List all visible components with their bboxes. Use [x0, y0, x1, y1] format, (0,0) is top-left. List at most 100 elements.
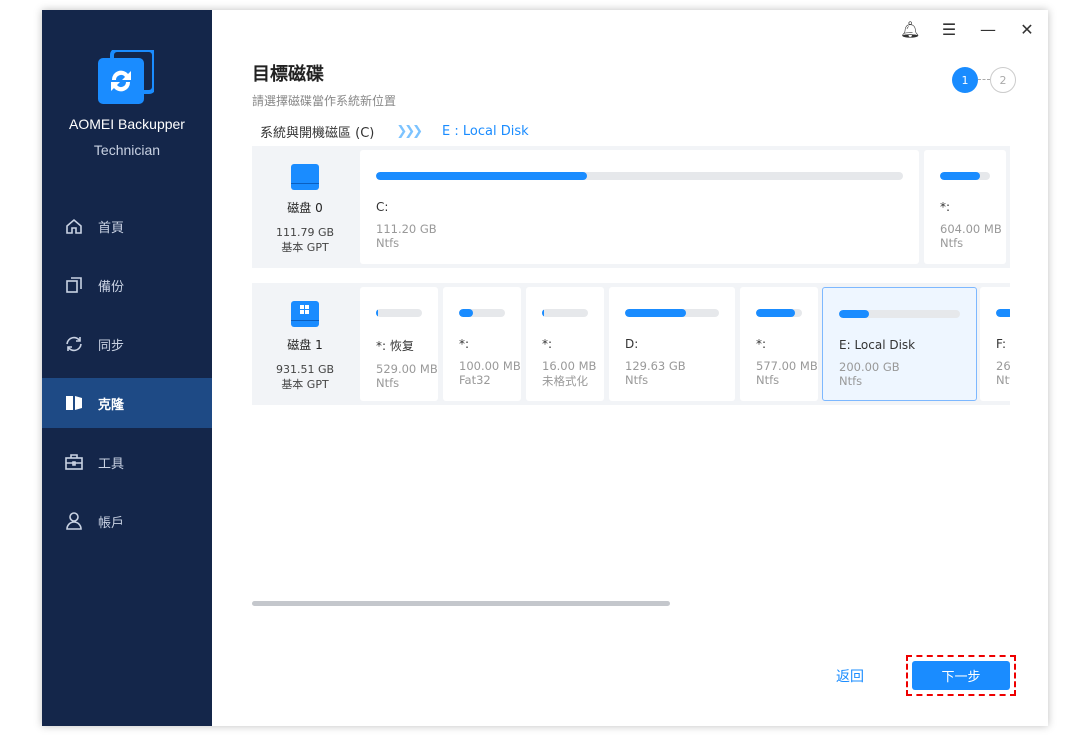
disk-name: 磁盘 1: [287, 338, 323, 352]
arrow-icon: ❯❯❯: [396, 124, 423, 139]
partition-size: 577.00 MB: [756, 359, 818, 373]
partition-label: *:: [542, 337, 553, 351]
partition-label: *:: [459, 337, 470, 351]
partition-card[interactable]: *: 100.00 MB Fat32: [443, 287, 521, 401]
partition-size: 529.00 MB: [376, 362, 438, 376]
disk-icon: [291, 164, 319, 190]
usage-bar: [459, 309, 505, 317]
usage-bar: [940, 172, 990, 180]
usage-fill: [839, 310, 870, 318]
next-button-highlight: 下一步: [906, 655, 1016, 696]
partition-fs: Ntfs: [376, 236, 400, 250]
system-disk-icon: [291, 301, 319, 327]
sidebar-item-3[interactable]: 克隆: [42, 378, 212, 428]
sidebar-item-0[interactable]: 首頁: [42, 201, 212, 251]
usage-bar: [996, 309, 1010, 317]
sidebar-item-2[interactable]: 同步: [42, 319, 212, 369]
disk-info[interactable]: 磁盘 1 931.51 GB 基本 GPT: [252, 283, 358, 405]
step-connector: [978, 79, 990, 80]
partition-card[interactable]: *: 577.00 MB Ntfs: [740, 287, 818, 401]
usage-bar: [625, 309, 719, 317]
partition-label: *:: [756, 337, 767, 351]
partition-fs: Ntfs: [376, 376, 400, 390]
partition-fs: Ntfs: [996, 373, 1010, 387]
back-button[interactable]: 返回: [836, 666, 864, 686]
page-title: 目標磁碟: [252, 64, 324, 85]
usage-bar: [376, 172, 903, 180]
sync-icon: [66, 336, 82, 352]
home-icon: [66, 218, 82, 234]
minimize-icon[interactable]: —: [978, 20, 998, 39]
app-logo: [98, 50, 154, 104]
sidebar-item-5[interactable]: 帳戶: [42, 496, 212, 546]
partition-label: D:: [625, 337, 639, 351]
clone-path: 系統與開機磁區 (C) ❯❯❯ E : Local Disk: [260, 122, 529, 141]
disk-info[interactable]: 磁盘 0 111.79 GB 基本 GPT: [252, 146, 358, 268]
usage-fill: [756, 309, 796, 317]
partition-fs: Ntfs: [940, 236, 964, 250]
menu-icon[interactable]: ☰: [939, 20, 959, 39]
app-window: AOMEI Backupper Technician 首頁 備份 同步 克隆 工具 帳戶 …: [42, 10, 1048, 726]
source-label: 系統與開機磁區 (C): [260, 126, 375, 141]
usage-fill: [940, 172, 980, 180]
toolbox-icon: [65, 454, 83, 470]
bell-icon[interactable]: 🔔︎: [900, 20, 920, 39]
sidebar-item-label: 帳戶: [98, 515, 125, 531]
disk-type: 基本 GPT: [281, 378, 329, 391]
sidebar: AOMEI Backupper Technician 首頁 備份 同步 克隆 工具 帳戶: [42, 10, 212, 726]
close-icon[interactable]: ✕: [1017, 20, 1037, 39]
disk-name: 磁盘 0: [287, 201, 323, 215]
partition-card[interactable]: *: 恢复 529.00 MB Ntfs: [360, 287, 438, 401]
partition-card[interactable]: F: Local Disk 26Ntfs: [980, 287, 1010, 401]
page-subtitle: 請選擇磁碟當作系統新位置: [252, 94, 397, 108]
partition-fs: 未格式化: [542, 374, 588, 388]
sidebar-item-1[interactable]: 備份: [42, 260, 212, 310]
usage-bar: [756, 309, 802, 317]
partition-size: 604.00 MB: [940, 222, 1002, 236]
disk-row: 磁盘 1 931.51 GB 基本 GPT *: 恢复 529.00 MB Ntfs *: 1…: [252, 283, 1010, 405]
partition-size: 111.20 GB: [376, 222, 437, 236]
usage-fill: [376, 172, 587, 180]
partition-label: *:: [940, 200, 951, 214]
usage-fill: [625, 309, 687, 317]
partition-fs: Ntfs: [839, 374, 863, 388]
usage-fill: [376, 309, 379, 317]
partition-size: 26: [996, 359, 1010, 373]
usage-bar: [542, 309, 588, 317]
backup-icon: [66, 277, 82, 293]
sidebar-item-label: 同步: [98, 338, 125, 354]
horizontal-scrollbar[interactable]: [252, 601, 670, 606]
sidebar-item-label: 克隆: [98, 397, 125, 413]
partition-card[interactable]: *: 16.00 MB 未格式化: [526, 287, 604, 401]
partition-card[interactable]: E: Local Disk 200.00 GB Ntfs: [822, 287, 977, 401]
usage-fill: [459, 309, 473, 317]
step-1: 1: [952, 67, 978, 93]
partition-fs: Fat32: [459, 373, 491, 387]
sidebar-item-label: 備份: [98, 279, 125, 295]
partition-fs: Ntfs: [625, 373, 649, 387]
disk-size: 111.79 GB: [275, 226, 335, 239]
partition-label: E: Local Disk: [839, 338, 916, 352]
partition-card[interactable]: D: 129.63 GB Ntfs: [609, 287, 735, 401]
partition-size: 16.00 MB: [542, 359, 597, 373]
partition-size: 100.00 MB: [459, 359, 521, 373]
disk-type: 基本 GPT: [281, 241, 329, 254]
sidebar-item-label: 工具: [98, 456, 125, 472]
disk-size: 931.51 GB: [275, 363, 335, 376]
usage-bar: [839, 310, 960, 318]
disk-row: 磁盘 0 111.79 GB 基本 GPT C: 111.20 GB Ntfs *: 604.…: [252, 146, 1010, 268]
partition-label: C:: [376, 200, 389, 214]
next-button[interactable]: 下一步: [912, 661, 1010, 690]
sidebar-item-4[interactable]: 工具: [42, 437, 212, 487]
partition-label: *: 恢复: [376, 339, 414, 353]
partition-card[interactable]: *: 604.00 MB Ntfs: [924, 150, 1006, 264]
usage-fill: [542, 309, 545, 317]
partition-label: F: Local Disk: [996, 337, 1010, 351]
main-panel: 🔔︎ ☰ — ✕ 目標磁碟 請選擇磁碟當作系統新位置 1 2 系統與開機磁區 (…: [212, 10, 1048, 726]
clone-icon: [66, 396, 82, 410]
user-icon: [66, 512, 82, 530]
app-edition: Technician: [93, 142, 161, 158]
partition-card[interactable]: C: 111.20 GB Ntfs: [360, 150, 919, 264]
step-2: 2: [990, 67, 1016, 93]
partition-size: 200.00 GB: [839, 360, 900, 374]
